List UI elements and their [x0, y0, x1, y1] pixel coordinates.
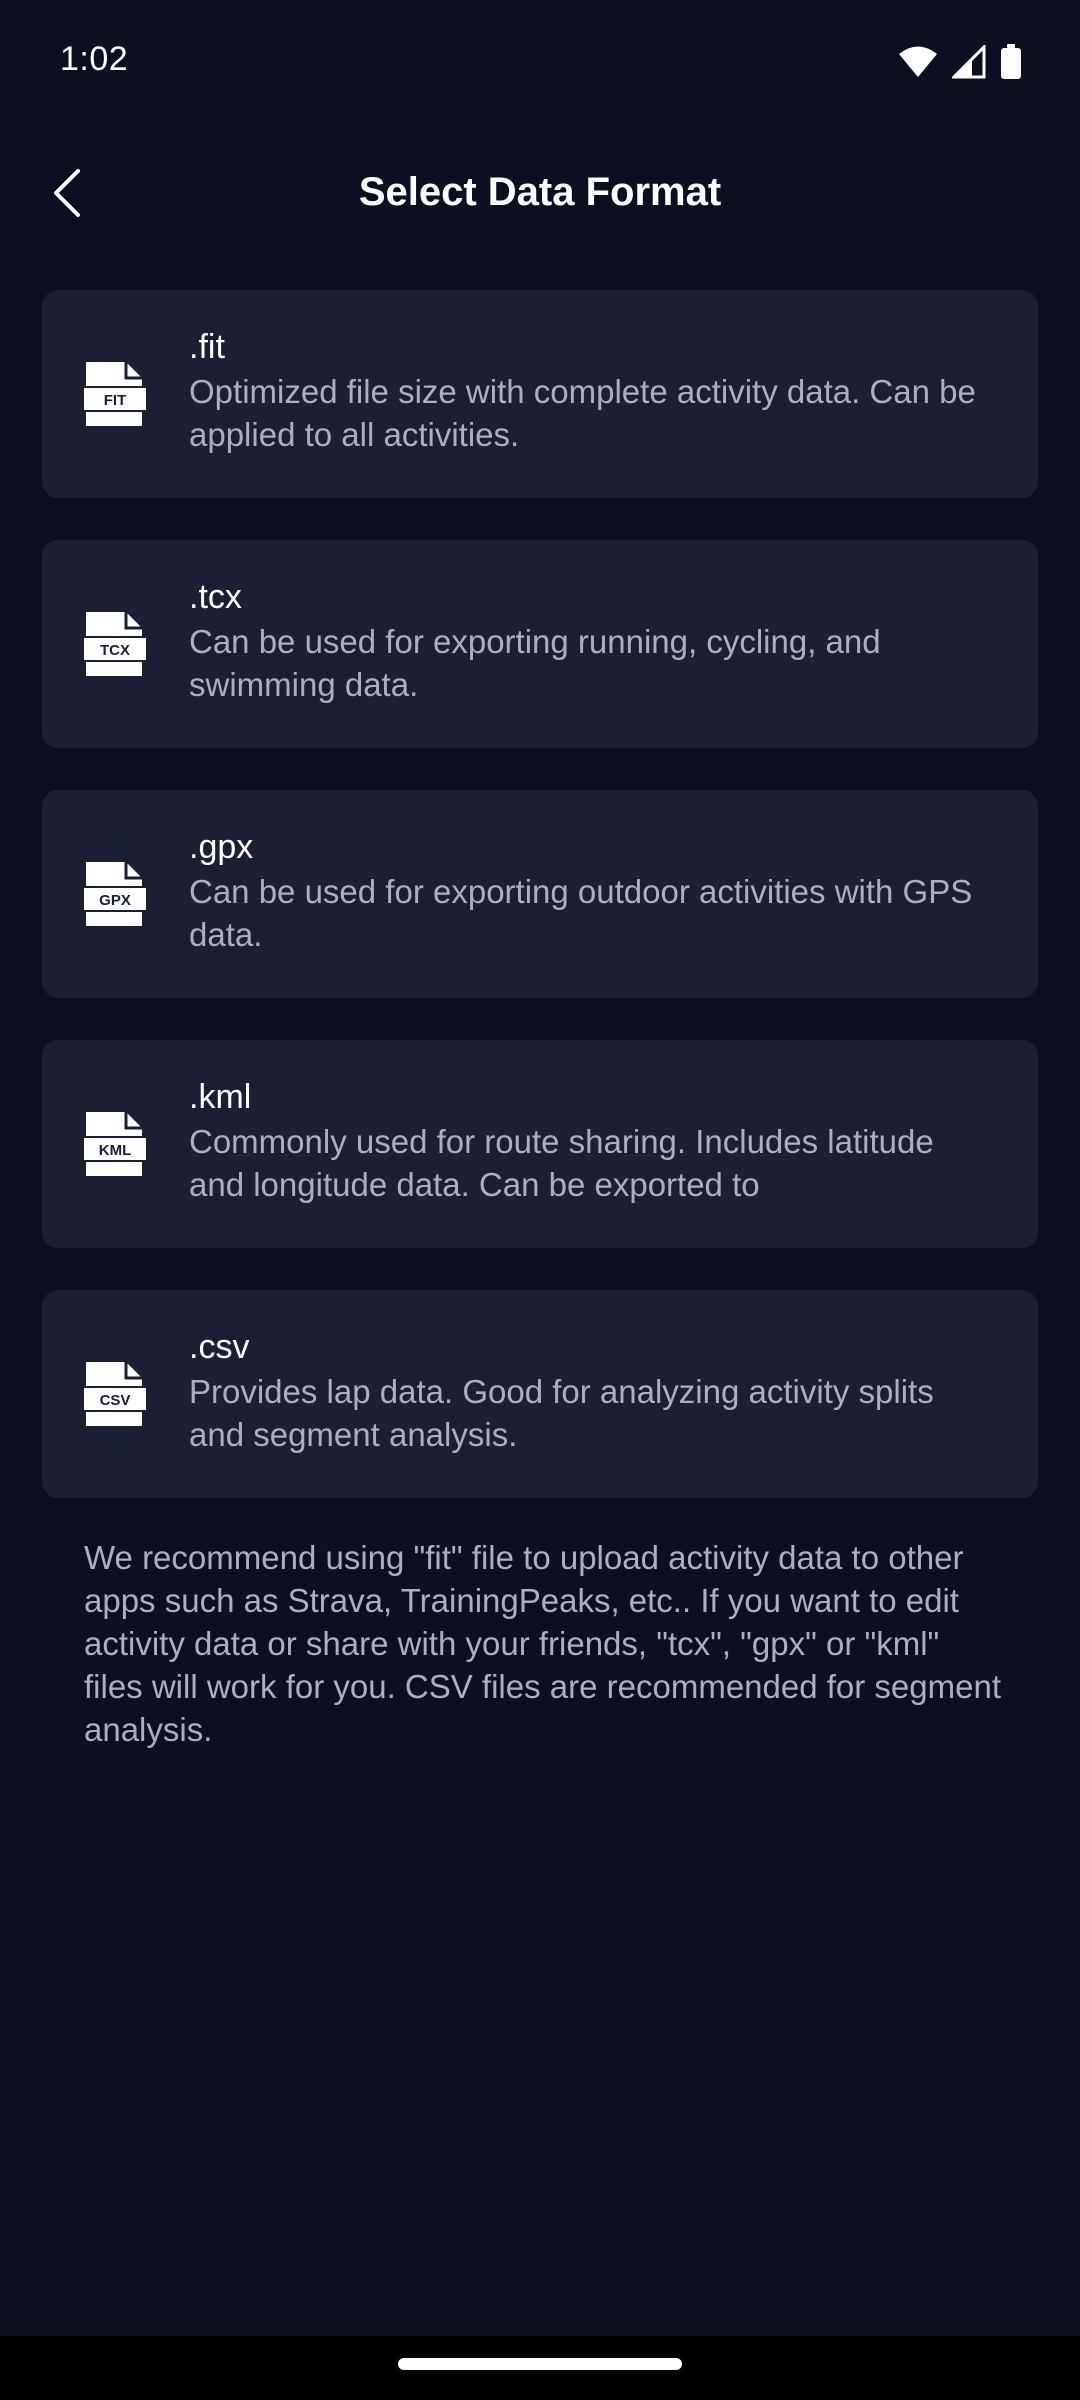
status-icons — [898, 43, 1022, 85]
wifi-icon — [898, 45, 938, 84]
format-option-gpx[interactable]: GPX .gpx Can be used for exporting outdo… — [42, 790, 1038, 998]
format-list: FIT .fit Optimized file size with comple… — [42, 290, 1038, 1540]
format-option-csv[interactable]: CSV .csv Provides lap data. Good for ana… — [42, 1290, 1038, 1498]
format-description: Can be used for exporting outdoor activi… — [189, 873, 973, 953]
fit-icon-label: FIT — [104, 392, 127, 409]
format-name: .fit — [189, 328, 225, 366]
format-option-fit[interactable]: FIT .fit Optimized file size with comple… — [42, 290, 1038, 498]
format-text: .tcx Can be used for exporting running, … — [189, 576, 978, 706]
format-name: .csv — [189, 1328, 250, 1366]
format-description: Can be used for exporting running, cycli… — [189, 623, 881, 703]
format-name: .kml — [189, 1078, 252, 1116]
fit-file-icon: FIT — [82, 360, 148, 428]
status-time: 1:02 — [60, 40, 129, 78]
navigation-bar — [0, 2336, 1080, 2400]
recommendation-note: We recommend using "fit" file to upload … — [84, 1539, 1002, 1748]
home-gesture-handle[interactable] — [398, 2358, 682, 2370]
format-name: .tcx — [189, 578, 242, 616]
battery-icon — [1000, 44, 1022, 85]
top-app-bar: Select Data Format — [0, 150, 1080, 240]
cellular-signal-icon — [950, 43, 986, 84]
format-text: .kml Commonly used for route sharing. In… — [189, 1076, 978, 1206]
gpx-file-icon: GPX — [82, 860, 148, 928]
tcx-file-icon: TCX — [82, 610, 148, 678]
format-description: Provides lap data. Good for analyzing ac… — [189, 1373, 934, 1453]
format-text: .fit Optimized file size with complete a… — [189, 326, 978, 456]
kml-icon-label: KML — [99, 1142, 132, 1159]
format-text: .gpx Can be used for exporting outdoor a… — [189, 826, 978, 956]
csv-file-icon: CSV — [82, 1360, 148, 1428]
kml-file-icon: KML — [82, 1110, 148, 1178]
format-name: .gpx — [189, 828, 254, 866]
gpx-icon-label: GPX — [99, 892, 131, 909]
format-text: .csv Provides lap data. Good for analyzi… — [189, 1326, 978, 1456]
status-bar: 1:02 — [0, 0, 1080, 130]
format-option-tcx[interactable]: TCX .tcx Can be used for exporting runni… — [42, 540, 1038, 748]
format-option-kml[interactable]: KML .kml Commonly used for route sharing… — [42, 1040, 1038, 1248]
page-title: Select Data Format — [358, 170, 722, 214]
format-description: Optimized file size with complete activi… — [189, 373, 976, 453]
csv-icon-label: CSV — [100, 1392, 131, 1409]
format-description: Commonly used for route sharing. Include… — [189, 1123, 934, 1203]
tcx-icon-label: TCX — [100, 642, 130, 659]
